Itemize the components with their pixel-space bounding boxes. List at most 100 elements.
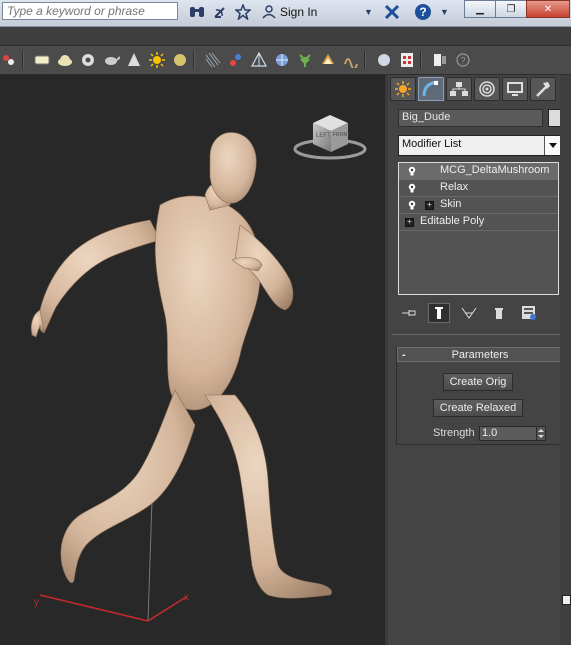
calculator-icon[interactable] [398,51,416,69]
parameters-rollout: - Parameters Create Orig Create Relaxed … [396,347,564,445]
hedra-icon[interactable] [319,51,337,69]
teapot-icon[interactable] [102,51,120,69]
window-buttons: ▁ ❐ ✕ [464,0,570,18]
modifier-stack: MCG_DeltaMushroom Relax + Skin + Editabl… [398,162,559,295]
sphere-icon[interactable] [56,51,74,69]
cone-icon[interactable] [125,51,143,69]
search-input[interactable] [2,2,178,20]
dropdown-arrow-icon[interactable]: ▼ [440,3,449,21]
stack-item-editable-poly[interactable]: + Editable Poly [399,214,558,231]
star-icon[interactable] [235,3,251,21]
panel-scrollbar[interactable] [560,75,571,645]
stack-toolbar [398,303,562,323]
expand-plus-icon[interactable]: + [405,218,414,227]
perspective-viewport[interactable]: LEFT FRONT y x [0,75,386,645]
make-unique-icon[interactable] [458,303,480,323]
spring-icon[interactable] [342,51,360,69]
display-tab[interactable] [502,77,528,101]
top-search-bar: Sign In ▼ ? ▼ ▁ ❐ ✕ [0,0,571,27]
viewport-scene: LEFT FRONT y x [30,115,367,622]
stack-item-relax[interactable]: Relax [399,180,558,197]
viewcube-left-label: LEFT [316,133,331,139]
spinner-up-icon [538,428,544,432]
dropdown-arrow-icon [544,136,561,155]
rollout-title: Parameters [451,348,509,361]
strength-label: Strength [433,427,475,439]
expand-plus-icon[interactable]: + [425,201,434,210]
light-bulb-icon[interactable] [408,166,416,176]
axis-y-label: y [34,597,39,608]
sun-light-icon[interactable] [148,51,166,69]
character-mesh-big-dude[interactable] [30,132,332,599]
command-panel: Big_Dude Modifier List MCG_DeltaMushroom… [388,75,571,645]
modifier-list-dropdown[interactable]: Modifier List [398,135,562,156]
panel-icon[interactable] [431,51,449,69]
utilities-tab[interactable] [530,77,556,101]
configure-modifier-sets-icon[interactable] [518,303,540,323]
modify-tab[interactable] [418,77,444,101]
show-end-result-icon[interactable] [428,303,450,323]
satellite-icon[interactable] [212,3,228,21]
remove-modifier-icon[interactable] [488,303,510,323]
strength-spinner[interactable] [536,426,546,441]
help-icon[interactable]: ? [414,3,432,21]
motion-tab[interactable] [474,77,500,101]
collapse-icon: - [402,348,406,361]
omni-light-icon[interactable] [171,51,189,69]
user-icon [262,5,276,19]
light-bulb-icon[interactable] [408,200,416,210]
pyramid-icon[interactable] [250,51,268,69]
minimize-icon: ▁ [476,3,484,15]
stack-item-label: Editable Poly [420,215,485,227]
sphere-shaded-icon[interactable] [375,51,393,69]
object-name-field[interactable]: Big_Dude [398,109,543,127]
command-panel-tabs [390,77,556,101]
stack-item-label: Relax [440,181,469,193]
close-icon: ✕ [543,3,553,15]
strength-input[interactable]: 1.0 [479,426,537,441]
panel-scrollbar-thumb[interactable] [562,595,571,605]
create-tab[interactable] [390,77,416,101]
light-bulb-icon[interactable] [408,183,416,193]
binoculars-icon[interactable] [189,3,205,21]
stack-item-label: MCG_DeltaMushroom [440,164,550,176]
axis-x-label: x [184,592,189,603]
hierarchy-tab[interactable] [446,77,472,101]
plane-icon[interactable] [33,51,51,69]
create-relaxed-button[interactable]: Create Relaxed [433,399,523,417]
sign-in-button[interactable]: Sign In [262,3,317,21]
restore-button[interactable]: ❐ [495,0,527,18]
viewcube-front-label: FRONT [333,132,350,138]
stack-item-mcg-deltamushroom[interactable]: MCG_DeltaMushroom [399,163,558,180]
render-setup-icon[interactable] [0,51,18,69]
restore-icon: ❐ [506,3,516,15]
menu-strip [0,27,571,46]
close-button[interactable]: ✕ [526,0,570,18]
grid-icon[interactable] [204,51,222,69]
parameters-rollout-header[interactable]: - Parameters [397,347,563,362]
modifier-list-label: Modifier List [402,138,462,150]
help-icon[interactable]: ? [454,51,472,69]
create-orig-button[interactable]: Create Orig [443,373,513,391]
plant-icon[interactable] [296,51,314,69]
dropdown-arrow-icon[interactable]: ▼ [364,3,373,21]
toolbar-separator [420,51,422,69]
exchange-icon[interactable] [384,3,400,21]
minimize-button[interactable]: ▁ [464,0,496,18]
svg-text:?: ? [460,56,465,66]
modify-icon [422,80,439,97]
stack-item-skin[interactable]: + Skin [399,197,558,214]
viewcube[interactable]: LEFT FRONT [293,115,367,160]
particle-icon[interactable] [227,51,245,69]
pin-stack-icon[interactable] [398,303,420,323]
display-icon [507,82,523,96]
torus-icon[interactable] [79,51,97,69]
hammer-icon [536,82,550,97]
toolbar-separator [364,51,366,69]
geosphere-icon[interactable] [273,51,291,69]
stack-item-label: Skin [440,198,462,210]
create-icon [395,81,411,97]
svg-text:?: ? [419,5,426,19]
hierarchy-icon [450,82,468,96]
toolbar-separator [193,51,195,69]
